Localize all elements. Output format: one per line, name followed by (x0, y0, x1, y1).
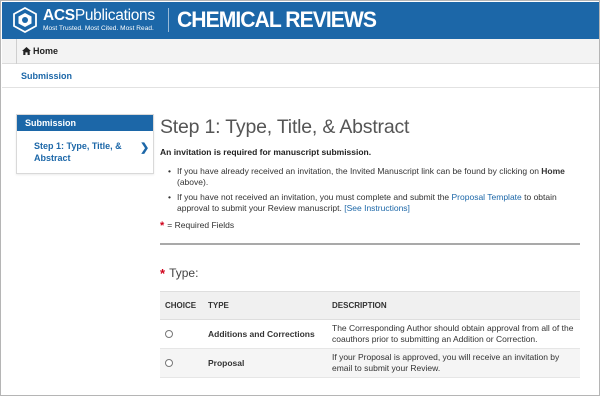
acs-tagline: Most Trusted. Most Cited. Most Read. (43, 25, 154, 32)
choice-cell (160, 319, 203, 349)
column-header-description: DESCRIPTION (327, 291, 580, 320)
table-row[interactable]: Additions and Corrections The Correspond… (160, 319, 580, 349)
submission-steps-sidebar: Submission Step 1: Type, Title, & Abstra… (16, 114, 154, 174)
manuscript-type-table: CHOICE TYPE DESCRIPTION Additions and Co… (160, 291, 580, 378)
column-header-choice: CHOICE (160, 291, 203, 320)
chevron-right-icon: ❯ (140, 142, 150, 154)
page-title: Step 1: Type, Title, & Abstract (160, 116, 410, 138)
section-title[interactable]: Submission (21, 71, 72, 81)
header-divider (168, 8, 169, 32)
list-item: • If you have not received an invitation… (168, 192, 580, 214)
required-asterisk: * (160, 266, 166, 281)
bullet-icon: • (168, 166, 171, 176)
column-header-type: TYPE (203, 291, 327, 320)
type-field-label: * Type: (160, 266, 198, 281)
acs-hexagon-icon (13, 7, 37, 33)
type-label-text: Type: (169, 266, 199, 280)
proposal-template-link[interactable]: Proposal Template (452, 192, 522, 202)
see-instructions-link[interactable]: [See Instructions] (344, 203, 410, 213)
bullet-text: If you have already received an invitati… (177, 166, 542, 176)
invitation-required-notice: An invitation is required for manuscript… (160, 147, 372, 157)
type-radio-additions-corrections[interactable] (165, 330, 173, 339)
breadcrumb-divider (16, 39, 17, 64)
required-fields-text: = Required Fields (167, 220, 235, 230)
site-header: ACSPublications Most Trusted. Most Cited… (2, 2, 599, 39)
page-frame: ACSPublications Most Trusted. Most Cited… (0, 0, 600, 396)
journal-title[interactable]: CHEMICAL REVIEWS (177, 7, 377, 33)
list-item: • If you have already received an invita… (168, 166, 580, 188)
acs-brand-name: ACSPublications (43, 7, 155, 24)
sidebar-heading: Submission (17, 115, 153, 131)
acs-publications-logo[interactable]: ACSPublications Most Trusted. Most Cited… (12, 6, 164, 34)
description-cell: If your Proposal is approved, you will r… (327, 348, 580, 378)
required-fields-note: * = Required Fields (160, 220, 234, 232)
home-reference: Home (541, 166, 565, 176)
home-link-label: Home (33, 46, 59, 56)
choice-cell (160, 348, 203, 378)
sidebar-item-step-1[interactable]: Step 1: Type, Title, & Abstract ❯ (17, 131, 153, 173)
section-divider (160, 243, 580, 245)
bullet-text-end: (above). (177, 177, 209, 187)
bullet-text: If you have not received an invitation, … (177, 192, 452, 202)
breadcrumb: Home (2, 39, 599, 64)
type-cell: Additions and Corrections (203, 319, 327, 349)
bullet-icon: • (168, 192, 171, 202)
home-icon (22, 47, 31, 55)
table-row[interactable]: Proposal If your Proposal is approved, y… (160, 348, 580, 378)
instruction-list: • If you have already received an invita… (168, 166, 580, 218)
type-radio-proposal[interactable] (165, 359, 173, 368)
section-bar: Submission (2, 64, 599, 88)
required-asterisk: * (160, 220, 165, 232)
home-link[interactable]: Home (22, 46, 58, 56)
type-cell: Proposal (203, 348, 327, 378)
table-header-row: CHOICE TYPE DESCRIPTION (160, 291, 580, 320)
sidebar-item-label: Step 1: Type, Title, & Abstract (34, 141, 122, 163)
description-cell: The Corresponding Author should obtain a… (327, 319, 580, 349)
